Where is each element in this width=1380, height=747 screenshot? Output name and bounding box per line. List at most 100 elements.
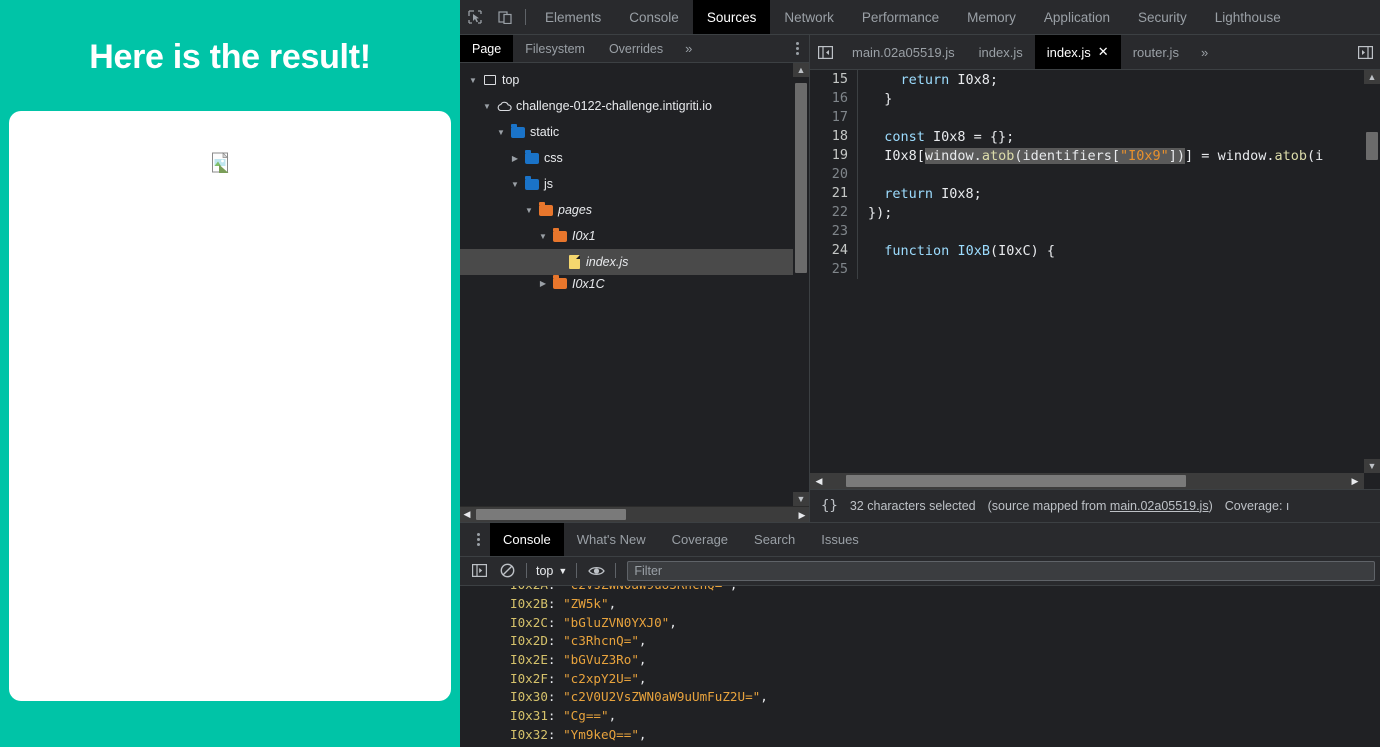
scrollbar-thumb[interactable] <box>795 83 807 273</box>
tree-row-selected[interactable]: ▶ index.js <box>460 249 809 275</box>
drawer-tabbar: Console What's New Coverage Search Issue… <box>460 523 1380 557</box>
chevron-down-icon[interactable]: ▼ <box>558 566 567 576</box>
drawer-tab-search[interactable]: Search <box>741 523 808 556</box>
tab-security[interactable]: Security <box>1124 0 1201 34</box>
console-filter-input[interactable]: Filter <box>627 561 1375 581</box>
broken-image-icon <box>211 152 233 174</box>
scrollbar-corner <box>1364 473 1380 489</box>
live-expression-icon[interactable] <box>582 560 610 582</box>
editor-tab-index-2-active[interactable]: index.js ✕ <box>1035 35 1121 69</box>
console-context-selector[interactable]: top ▼ <box>532 564 571 578</box>
twisty-down-icon[interactable]: ▼ <box>508 180 522 189</box>
code-line: 21 return I0x8; <box>810 184 1323 203</box>
selection-status: 32 characters selected <box>850 499 976 513</box>
toolbar-divider <box>615 563 616 578</box>
drawer-menu-icon[interactable] <box>466 523 490 556</box>
line-content: const I0x8 = {}; <box>858 129 1014 145</box>
tree-item-label: pages <box>556 203 592 217</box>
nav-tab-filesystem[interactable]: Filesystem <box>513 35 597 62</box>
twisty-down-icon[interactable]: ▼ <box>480 102 494 111</box>
clear-console-icon[interactable] <box>493 560 521 582</box>
tree-row[interactable]: ▼ pages <box>460 197 809 223</box>
drawer-tab-console[interactable]: Console <box>490 523 564 556</box>
scroll-left-arrow-icon[interactable]: ◀ <box>812 476 826 487</box>
editor-tab-router[interactable]: router.js <box>1121 35 1191 69</box>
show-drawer-icon[interactable] <box>1350 35 1380 69</box>
scroll-down-arrow-icon[interactable]: ▼ <box>793 492 809 506</box>
drawer-tab-whats-new[interactable]: What's New <box>564 523 659 556</box>
pretty-print-icon[interactable]: {} <box>821 498 838 514</box>
line-content: return I0x8; <box>858 72 998 88</box>
code-line: 23 <box>810 222 1323 241</box>
tab-memory[interactable]: Memory <box>953 0 1030 34</box>
code-line: 15 return I0x8; <box>810 70 1323 89</box>
tab-sources[interactable]: Sources <box>693 0 771 34</box>
scrollbar-thumb[interactable] <box>846 475 1186 487</box>
tab-application[interactable]: Application <box>1030 0 1124 34</box>
editor-vertical-scrollbar[interactable]: ▲ ▼ <box>1364 70 1380 473</box>
twisty-down-icon[interactable]: ▼ <box>536 232 550 241</box>
folder-orange-icon <box>550 231 570 242</box>
twisty-right-icon[interactable]: ▶ <box>536 279 550 288</box>
scroll-right-arrow-icon[interactable]: ▶ <box>795 510 809 521</box>
code-lines: 14 15 return I0x8; 16 } <box>810 70 1323 279</box>
nav-tab-overrides[interactable]: Overrides <box>597 35 675 62</box>
folder-orange-icon <box>550 278 570 289</box>
close-icon[interactable]: ✕ <box>1098 44 1109 60</box>
selected-code: window.atob(identifiers["I0x9"]) <box>925 148 1185 164</box>
line-content: return I0x8; <box>858 186 982 202</box>
page-title: Here is the result! <box>0 38 460 77</box>
drawer-tab-issues[interactable]: Issues <box>808 523 872 556</box>
tab-network[interactable]: Network <box>770 0 848 34</box>
line-number: 16 <box>810 89 858 108</box>
tab-console[interactable]: Console <box>615 0 693 34</box>
console-object-prop: I0x2E: "bGVuZ3Ro", <box>460 650 1380 669</box>
scroll-down-arrow-icon[interactable]: ▼ <box>1364 459 1380 473</box>
twisty-right-icon[interactable]: ▶ <box>508 154 522 163</box>
console-sidebar-icon[interactable] <box>465 560 493 582</box>
scroll-up-arrow-icon[interactable]: ▲ <box>793 63 809 77</box>
twisty-down-icon[interactable]: ▼ <box>466 76 480 85</box>
inspect-element-icon[interactable] <box>460 0 490 34</box>
editor-more-tabs-icon[interactable]: » <box>1191 35 1218 69</box>
editor-status-bar: {} 32 characters selected (source mapped… <box>810 489 1380 522</box>
scroll-up-arrow-icon[interactable]: ▲ <box>1364 70 1380 84</box>
navigator-vertical-scrollbar[interactable]: ▲ ▼ <box>793 63 809 506</box>
editor-tabbar: main.02a05519.js index.js index.js ✕ rou… <box>810 35 1380 70</box>
tab-lighthouse[interactable]: Lighthouse <box>1201 0 1295 34</box>
source-map-link[interactable]: main.02a05519.js <box>1110 499 1209 513</box>
editor-tab-main[interactable]: main.02a05519.js <box>840 35 967 69</box>
line-number: 19 <box>810 146 858 165</box>
tree-row[interactable]: ▶ css <box>460 145 809 171</box>
twisty-down-icon[interactable]: ▼ <box>494 128 508 137</box>
navigator-horizontal-scrollbar[interactable]: ◀ ▶ <box>460 506 809 522</box>
navigator-menu-icon[interactable] <box>785 35 809 62</box>
drawer-tab-coverage[interactable]: Coverage <box>659 523 741 556</box>
navigator-more-tabs-icon[interactable]: » <box>675 35 702 62</box>
tree-row[interactable]: ▼ I0x1 <box>460 223 809 249</box>
file-tree[interactable]: ▼ top ▼ challenge-0122-challenge.intigri… <box>460 63 809 506</box>
scrollbar-thumb[interactable] <box>1366 132 1378 160</box>
tree-row[interactable]: ▼ challenge-0122-challenge.intigriti.io <box>460 93 809 119</box>
tree-item-label: top <box>500 73 519 87</box>
device-toolbar-icon[interactable] <box>490 0 520 34</box>
tree-row[interactable]: ▼ top <box>460 67 809 93</box>
tab-elements[interactable]: Elements <box>531 0 615 34</box>
show-navigator-icon[interactable] <box>810 35 840 69</box>
tree-item-label: static <box>528 125 559 139</box>
tree-row[interactable]: ▶ I0x1C <box>460 275 809 292</box>
twisty-down-icon[interactable]: ▼ <box>522 206 536 215</box>
tree-row[interactable]: ▼ static <box>460 119 809 145</box>
nav-tab-page[interactable]: Page <box>460 35 513 62</box>
tab-performance[interactable]: Performance <box>848 0 953 34</box>
tree-row[interactable]: ▼ js <box>460 171 809 197</box>
editor-horizontal-scrollbar[interactable]: ◀ ▶ <box>810 473 1364 489</box>
folder-orange-icon <box>536 205 556 216</box>
tree-item-label: challenge-0122-challenge.intigriti.io <box>514 99 712 113</box>
scroll-left-arrow-icon[interactable]: ◀ <box>460 509 474 520</box>
scroll-right-arrow-icon[interactable]: ▶ <box>1348 476 1362 487</box>
console-output[interactable]: I0x2A: "c2VsZWN0aW9uU3RhcnQ=", I0x2B: "Z… <box>460 586 1380 747</box>
scrollbar-thumb[interactable] <box>476 509 626 520</box>
editor-tab-index-1[interactable]: index.js <box>967 35 1035 69</box>
code-editor[interactable]: 14 15 return I0x8; 16 } <box>810 70 1380 489</box>
